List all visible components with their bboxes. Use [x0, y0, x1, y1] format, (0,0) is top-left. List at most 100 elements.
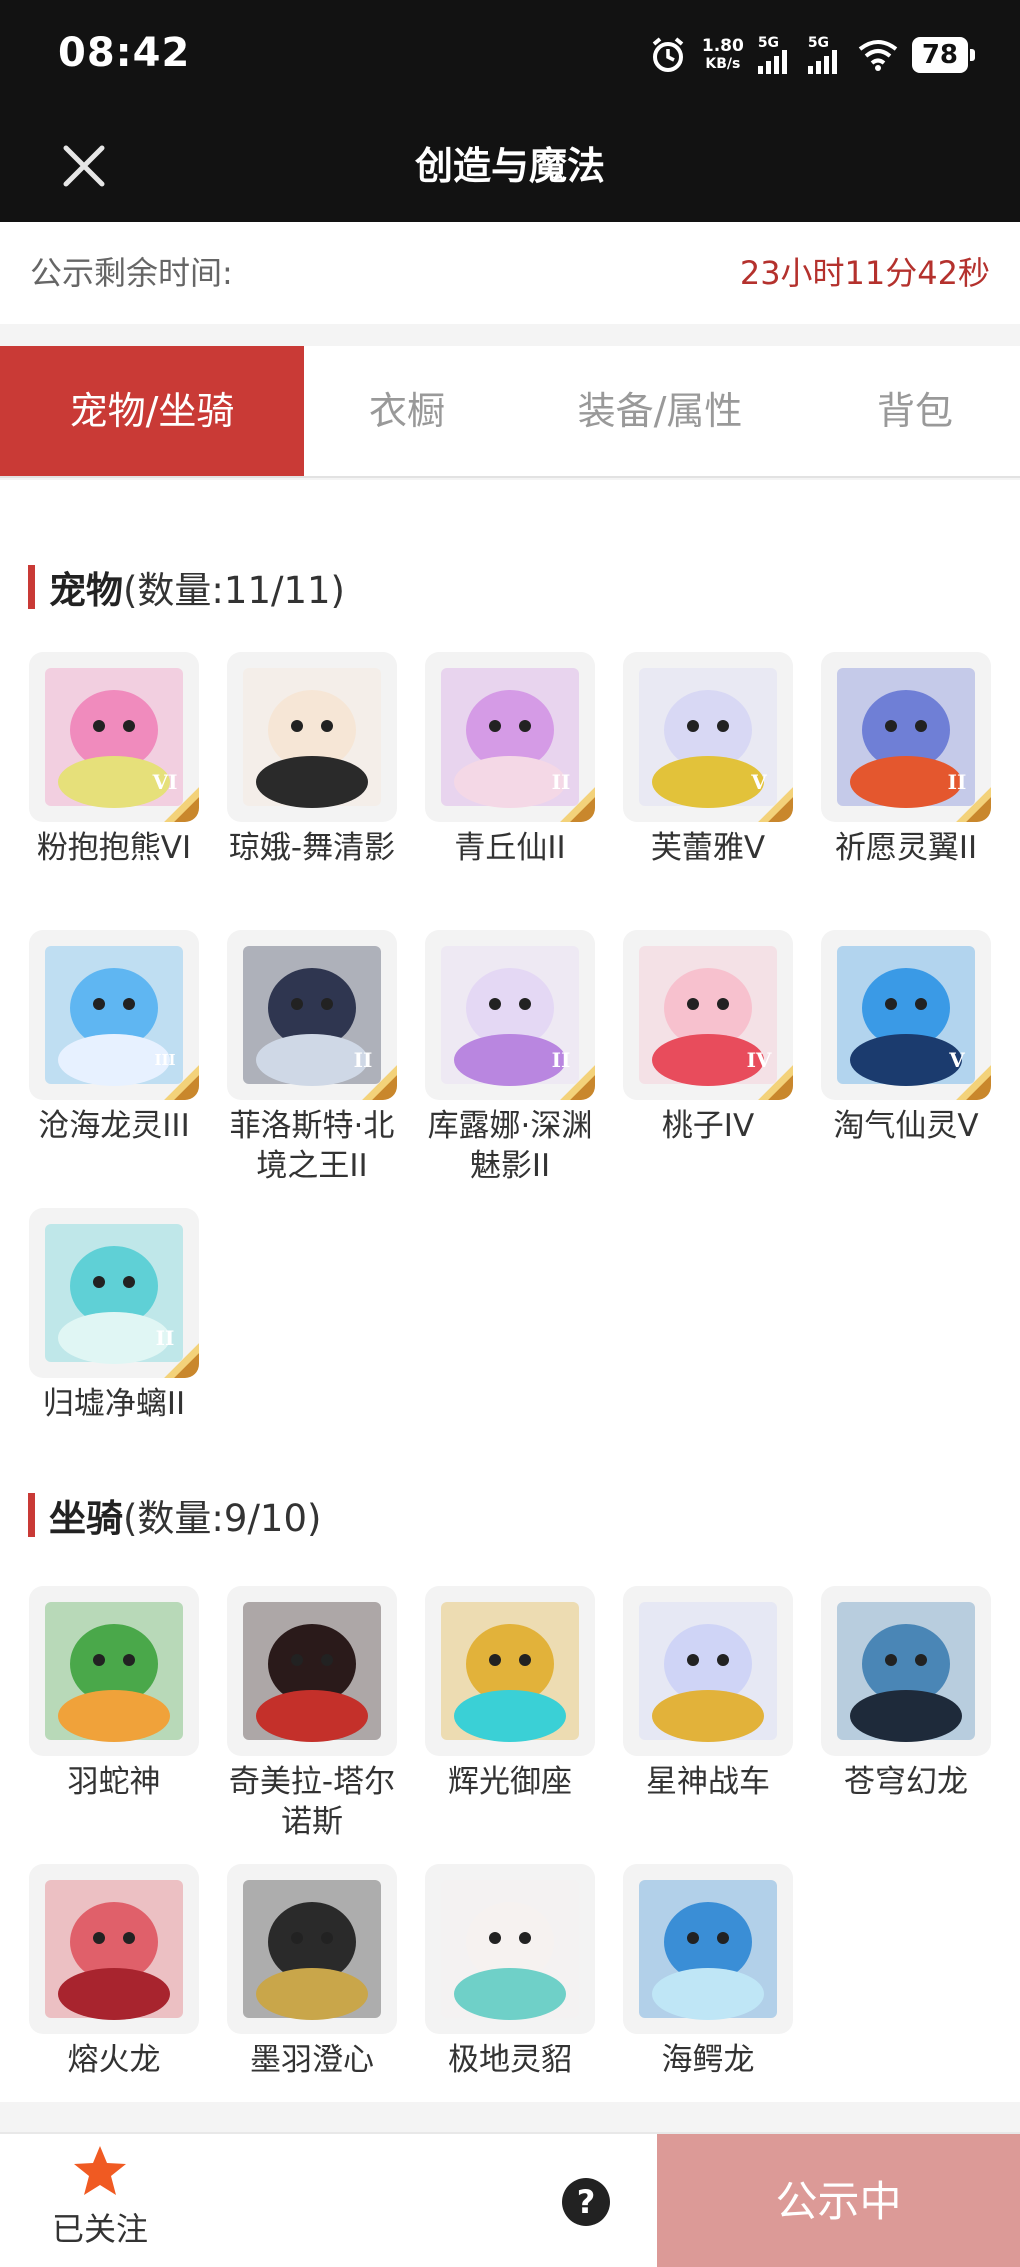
rank-label: VI	[152, 770, 178, 794]
mounts-grid: 羽蛇神 奇美拉-塔尔诺斯 辉光御座 星神战车 苍穹幻龙熔火龙 墨羽澄心 极地灵貂 海鳄龙	[28, 1586, 992, 2124]
pet-item[interactable]: V 淘气仙灵V	[820, 930, 992, 1190]
tab-wardrobe[interactable]: 衣橱	[304, 346, 510, 476]
wifi-icon	[858, 40, 898, 71]
pet-name: 琼娥-舞清影	[228, 830, 396, 866]
rank-badge: II	[933, 758, 991, 822]
help-button[interactable]: ?	[562, 2178, 610, 2226]
publicity-status-button[interactable]: 公示中	[657, 2134, 1020, 2267]
pets-grid: VI 粉抱抱熊VI 琼娥-舞清影 II 青丘仙II V 芙蕾雅V II 祈愿灵翼II III 沧海龙…	[28, 652, 992, 1468]
pet-name: 青丘仙II	[454, 830, 566, 866]
pet-name: 粉抱抱熊VI	[36, 830, 192, 866]
mount-thumbnail	[227, 1586, 397, 1756]
pet-thumbnail: II	[425, 930, 595, 1100]
pet-item[interactable]: IV 桃子IV	[622, 930, 794, 1190]
mount-name: 极地灵貂	[448, 2042, 572, 2078]
rank-label: II	[353, 1048, 373, 1072]
pet-thumbnail: II	[227, 930, 397, 1100]
pet-item[interactable]: II 祈愿灵翼II	[820, 652, 992, 912]
follow-label: 已关注	[51, 2210, 148, 2248]
alarm-icon	[652, 37, 684, 72]
mounts-section-header: 坐骑 (数量:9/10)	[28, 1490, 321, 1540]
section-title: 坐骑	[49, 1497, 123, 1540]
mount-item[interactable]: 苍穹幻龙	[820, 1586, 992, 1846]
mount-thumbnail	[29, 1586, 199, 1756]
pet-name: 菲洛斯特·北境之王II	[229, 1108, 395, 1184]
mount-thumbnail	[425, 1864, 595, 2034]
pet-name: 桃子IV	[661, 1108, 755, 1144]
mount-name: 海鳄龙	[661, 2042, 755, 2078]
rank-label: II	[155, 1326, 175, 1350]
mount-name: 羽蛇神	[67, 1764, 161, 1800]
content-area: 宠物 (数量:11/11) VI 粉抱抱熊VI 琼娥-舞清影 II 青丘仙II V 芙蕾雅V…	[0, 480, 1020, 2102]
signal-icon	[807, 50, 837, 74]
section-accent	[28, 1493, 35, 1537]
mount-thumbnail	[29, 1864, 199, 2034]
pet-thumbnail: II	[29, 1208, 199, 1378]
pet-name: 归墟净螭II	[42, 1386, 186, 1422]
mount-item[interactable]: 羽蛇神	[28, 1586, 200, 1846]
pet-name: 沧海龙灵III	[38, 1108, 190, 1144]
pet-item[interactable]: III 沧海龙灵III	[28, 930, 200, 1190]
pet-item[interactable]: II 青丘仙II	[424, 652, 596, 912]
pet-item[interactable]: II 归墟净螭II	[28, 1208, 200, 1468]
rank-badge: II	[537, 1036, 595, 1100]
battery-indicator: 78	[911, 37, 976, 73]
rank-badge: II	[141, 1314, 199, 1378]
star-icon	[74, 2146, 126, 2195]
pet-item[interactable]: VI 粉抱抱熊VI	[28, 652, 200, 912]
rank-badge: V	[735, 758, 793, 822]
pet-item[interactable]: 琼娥-舞清影	[226, 652, 398, 912]
rank-badge: VI	[141, 758, 199, 822]
rank-label: IV	[746, 1048, 772, 1072]
rank-badge: V	[933, 1036, 991, 1100]
status-icons: 1.80 KB/s 5G 5G 78	[648, 30, 976, 80]
rank-label: V	[751, 770, 767, 794]
signal-2: 5G	[807, 36, 844, 74]
tab-equipment[interactable]: 装备/属性	[510, 346, 810, 476]
mount-thumbnail	[425, 1586, 595, 1756]
mount-item[interactable]: 奇美拉-塔尔诺斯	[226, 1586, 398, 1846]
mount-item[interactable]: 海鳄龙	[622, 1864, 794, 2124]
tab-pets-mounts[interactable]: 宠物/坐骑	[0, 346, 304, 476]
tab-backpack[interactable]: 背包	[810, 346, 1020, 476]
tab-bar: 宠物/坐骑 衣橱 装备/属性 背包	[0, 346, 1020, 478]
pet-item[interactable]: V 芙蕾雅V	[622, 652, 794, 912]
mount-item[interactable]: 极地灵貂	[424, 1864, 596, 2124]
countdown-bar: 公示剩余时间: 23小时11分42秒	[0, 222, 1020, 324]
mount-name: 熔火龙	[67, 2042, 161, 2078]
follow-button[interactable]: 已关注	[40, 2144, 160, 2259]
section-count: (数量:11/11)	[123, 569, 345, 612]
pet-thumbnail: II	[425, 652, 595, 822]
mount-thumbnail	[623, 1586, 793, 1756]
pet-thumbnail: II	[821, 652, 991, 822]
rank-badge: II	[339, 1036, 397, 1100]
rank-label: II	[551, 1048, 571, 1072]
pet-thumbnail: V	[821, 930, 991, 1100]
pet-item[interactable]: II 菲洛斯特·北境之王II	[226, 930, 398, 1190]
pet-name: 祈愿灵翼II	[834, 830, 978, 866]
pets-section-header: 宠物 (数量:11/11)	[28, 562, 345, 612]
mount-thumbnail	[821, 1586, 991, 1756]
page-title: 创造与魔法	[414, 144, 605, 188]
signal-1: 5G	[757, 36, 794, 74]
section-accent	[28, 565, 35, 609]
status-bar: 08:42 1.80 KB/s 5G 5G 78	[0, 0, 1020, 110]
countdown-label: 公示剩余时间:	[30, 254, 233, 292]
mount-thumbnail	[227, 1864, 397, 2034]
rank-badge: IV	[735, 1036, 793, 1100]
mount-name: 墨羽澄心	[250, 2042, 374, 2078]
pet-thumbnail: IV	[623, 930, 793, 1100]
countdown-value: 23小时11分42秒	[739, 254, 990, 292]
pet-thumbnail: VI	[29, 652, 199, 822]
mount-item[interactable]: 星神战车	[622, 1586, 794, 1846]
mount-item[interactable]: 墨羽澄心	[226, 1864, 398, 2124]
mount-item[interactable]: 辉光御座	[424, 1586, 596, 1846]
mount-name: 苍穹幻龙	[844, 1764, 968, 1800]
pet-name: 淘气仙灵V	[833, 1108, 979, 1144]
bottom-bar: 已关注 ? 公示中	[0, 2132, 1020, 2267]
rank-label: V	[949, 1048, 965, 1072]
rank-label: III	[154, 1051, 176, 1069]
mount-item[interactable]: 熔火龙	[28, 1864, 200, 2124]
pet-item[interactable]: II 库露娜·深渊魅影II	[424, 930, 596, 1190]
rank-badge: II	[537, 758, 595, 822]
